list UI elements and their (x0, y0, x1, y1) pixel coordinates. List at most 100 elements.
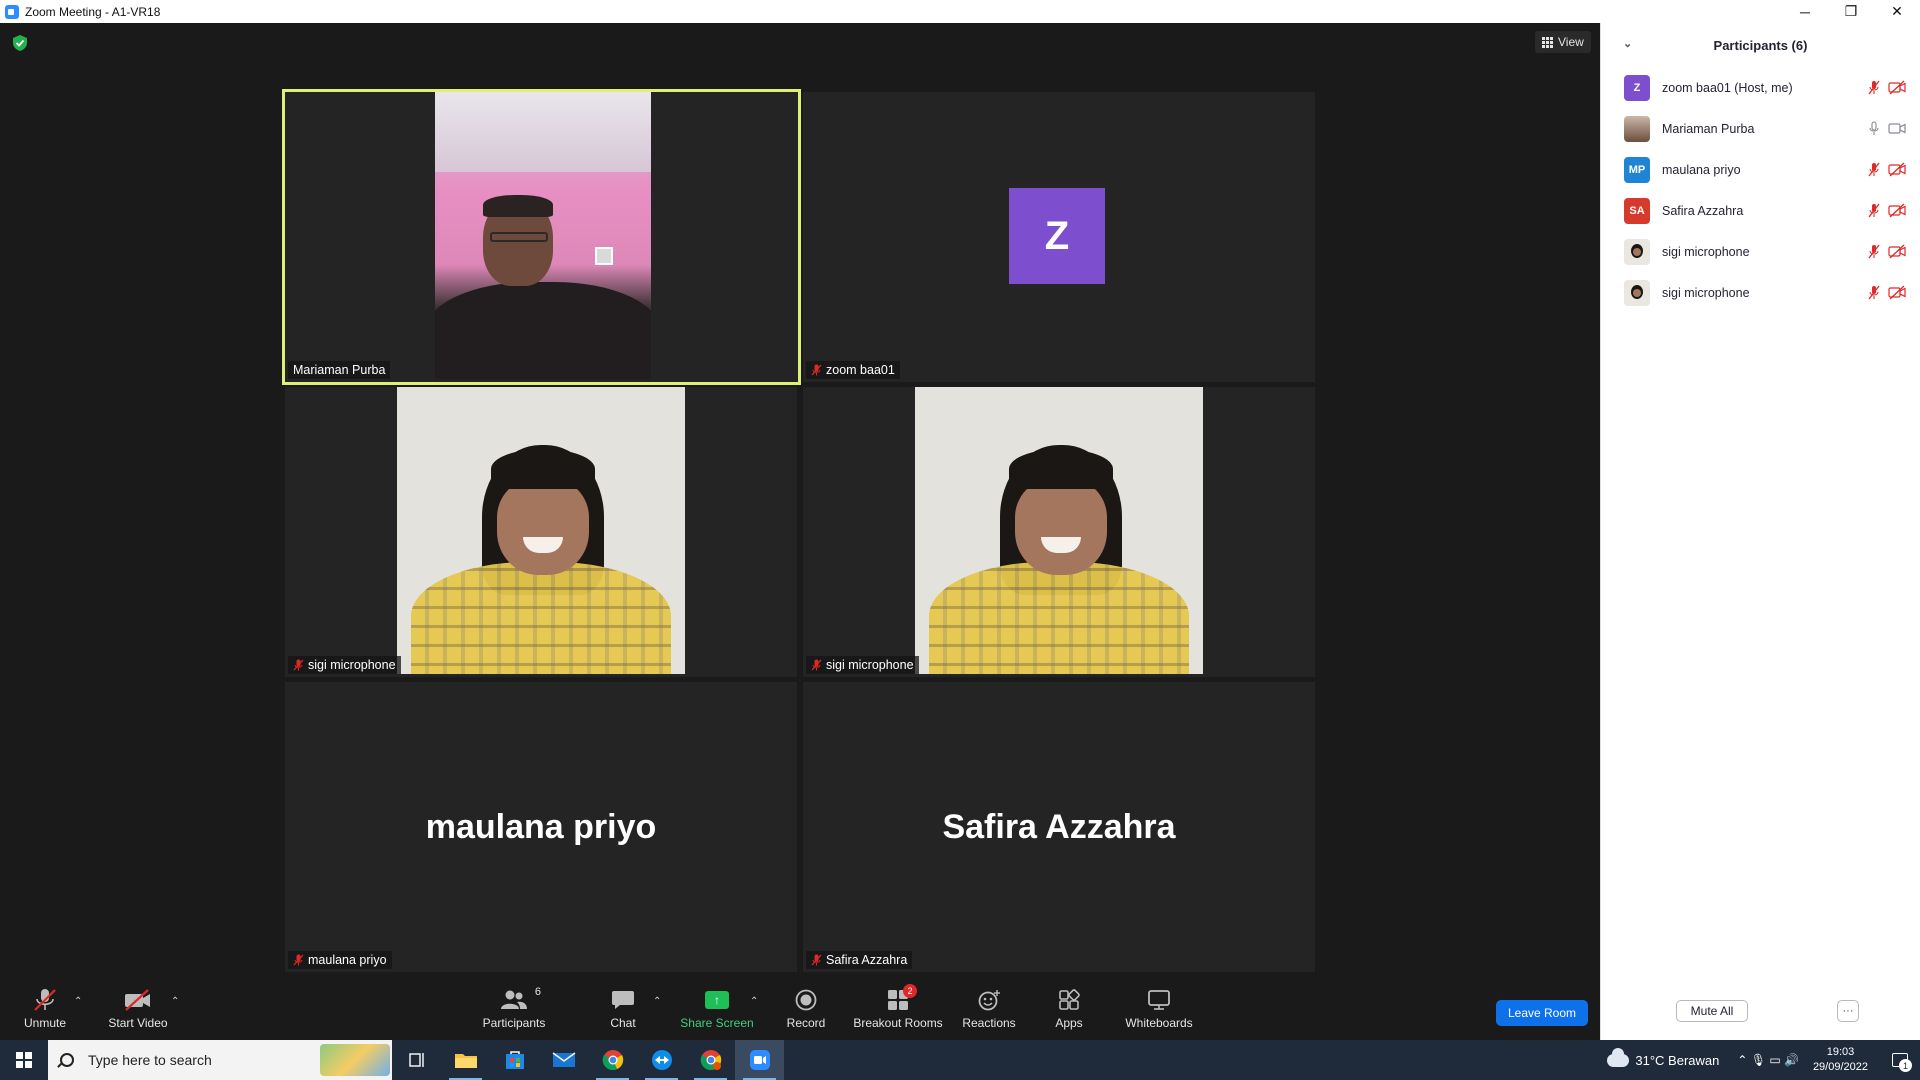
tray-icons[interactable]: ⌃ 🎙 ▭ 🔊 (1737, 1053, 1799, 1067)
share-screen-button[interactable]: ↑ Share Screen (677, 988, 757, 1030)
participant-name: sigi microphone (826, 658, 914, 672)
participant-video-mariaman-purba (435, 92, 651, 379)
video-off-icon[interactable] (1888, 285, 1906, 300)
mic-muted-icon (811, 659, 822, 671)
file-explorer-button[interactable] (441, 1040, 490, 1080)
minimize-button[interactable]: ─ (1782, 0, 1828, 23)
leave-room-button[interactable]: Leave Room (1496, 1000, 1588, 1026)
participant-big-name: maulana priyo (425, 807, 657, 846)
windows-logo-icon (16, 1052, 32, 1068)
weather-text: 31°C Berawan (1635, 1052, 1720, 1068)
share-options-caret[interactable]: ⌃ (750, 996, 758, 1007)
mic-muted-icon (293, 659, 304, 671)
unmute-button[interactable]: Unmute (5, 988, 85, 1030)
participant-name: Mariaman Purba (1662, 121, 1755, 136)
mic-muted-icon[interactable] (1868, 80, 1880, 95)
participants-list: Z zoom baa01 (Host, me) Mariaman Purba M… (1601, 67, 1920, 313)
participant-name: sigi microphone (308, 658, 396, 672)
teamviewer-button[interactable] (637, 1040, 686, 1080)
participant-row[interactable]: Z zoom baa01 (Host, me) (1601, 67, 1920, 108)
restore-button[interactable]: ❐ (1828, 0, 1874, 23)
participant-row[interactable]: sigi microphone (1601, 231, 1920, 272)
name-tag: Safira Azzahra (806, 951, 913, 969)
chrome-button[interactable] (588, 1040, 637, 1080)
participant-big-name: Safira Azzahra (942, 807, 1176, 846)
apps-button[interactable]: Apps (1029, 988, 1109, 1030)
chat-button[interactable]: Chat (583, 988, 663, 1030)
meeting-toolbar: Unmute ⌃ Start Video ⌃ 6 Participants Ch… (0, 980, 1600, 1040)
unmute-label: Unmute (23, 1016, 67, 1030)
meeting-area: View Mariaman Purba Z zoom baa01 sigi mi… (0, 23, 1600, 980)
security-shield-icon[interactable] (13, 35, 27, 51)
weather-widget[interactable]: 31°C Berawan (1607, 1047, 1720, 1068)
video-tile-sigi-microphone[interactable]: sigi microphone (803, 387, 1315, 677)
notification-center-button[interactable]: 1 (1880, 1040, 1920, 1080)
more-options-button[interactable]: ··· (1837, 1000, 1859, 1022)
start-button[interactable] (0, 1040, 48, 1080)
participant-video-sigi-microphone (397, 387, 685, 674)
clock[interactable]: 19:03 29/09/2022 (1813, 1045, 1868, 1075)
chat-options-caret[interactable]: ⌃ (653, 996, 661, 1007)
mic-icon[interactable] (1868, 121, 1880, 136)
zoom-taskbar-button[interactable] (735, 1040, 784, 1080)
reactions-button[interactable]: Reactions (949, 988, 1029, 1030)
search-highlight-image (320, 1044, 390, 1076)
participant-name: sigi microphone (1662, 285, 1750, 300)
participant-name: zoom baa01 (Host, me) (1662, 80, 1793, 95)
mic-muted-icon (811, 364, 822, 376)
participant-name: sigi microphone (1662, 244, 1750, 259)
mic-muted-icon[interactable] (1868, 285, 1880, 300)
grid-view-icon (1542, 36, 1553, 48)
video-tile-zoom-baa01[interactable]: Z zoom baa01 (803, 92, 1315, 382)
mail-icon (552, 1052, 575, 1067)
zoom-app-icon (5, 4, 19, 19)
video-off-icon[interactable] (1888, 244, 1906, 259)
close-button[interactable]: ✕ (1874, 0, 1920, 23)
mail-button[interactable] (539, 1040, 588, 1080)
chrome-profile-button[interactable] (686, 1040, 735, 1080)
participants-panel-title: Participants (6) (1713, 37, 1808, 53)
video-tile-sigi-microphone[interactable]: sigi microphone (285, 387, 797, 677)
teamviewer-icon (651, 1050, 672, 1070)
participant-row[interactable]: sigi microphone (1601, 272, 1920, 313)
taskbar-search[interactable]: Type here to search (48, 1040, 392, 1080)
start-video-button[interactable]: Start Video (98, 988, 178, 1030)
whiteboards-button[interactable]: Whiteboards (1119, 988, 1199, 1030)
participants-button[interactable]: 6 Participants (474, 986, 554, 1030)
view-label: View (1558, 35, 1584, 49)
video-off-icon[interactable] (1888, 203, 1906, 218)
mic-muted-icon[interactable] (1868, 162, 1880, 177)
chrome-icon (602, 1050, 623, 1070)
breakout-rooms-button[interactable]: 2 Breakout Rooms (853, 984, 943, 1030)
mic-muted-icon (293, 954, 304, 966)
zoom-icon (749, 1050, 770, 1070)
record-button[interactable]: Record (766, 988, 846, 1030)
video-off-icon[interactable] (1888, 162, 1906, 177)
search-icon (60, 1053, 74, 1067)
participant-row[interactable]: SA Safira Azzahra (1601, 190, 1920, 231)
video-icon[interactable] (1888, 121, 1906, 136)
reactions-label: Reactions (962, 1016, 1016, 1030)
whiteboards-label: Whiteboards (1125, 1016, 1193, 1030)
video-tile-mariaman-purba[interactable]: Mariaman Purba (282, 89, 801, 385)
breakout-rooms-label: Breakout Rooms (853, 1016, 943, 1030)
mute-all-button[interactable]: Mute All (1676, 1000, 1748, 1022)
view-button[interactable]: View (1535, 31, 1591, 53)
video-tile-safira-azzahra[interactable]: Safira Azzahra Safira Azzahra (803, 682, 1315, 972)
video-options-caret[interactable]: ⌃ (171, 996, 179, 1007)
microsoft-store-button[interactable] (490, 1040, 539, 1080)
participant-row[interactable]: MP maulana priyo (1601, 149, 1920, 190)
mic-muted-icon[interactable] (1868, 203, 1880, 218)
video-tile-maulana-priyo[interactable]: maulana priyo maulana priyo (285, 682, 797, 972)
audio-options-caret[interactable]: ⌃ (74, 996, 82, 1007)
participant-row[interactable]: Mariaman Purba (1601, 108, 1920, 149)
mic-muted-icon[interactable] (1868, 244, 1880, 259)
avatar: MP (1624, 156, 1650, 183)
notification-count: 1 (1899, 1059, 1912, 1072)
task-view-icon (408, 1053, 424, 1067)
share-screen-label: Share Screen (680, 1016, 754, 1030)
video-off-icon[interactable] (1888, 80, 1906, 95)
task-view-button[interactable] (392, 1040, 441, 1080)
search-placeholder: Type here to search (88, 1052, 212, 1068)
chevron-down-icon[interactable]: ⌄ (1623, 37, 1632, 50)
